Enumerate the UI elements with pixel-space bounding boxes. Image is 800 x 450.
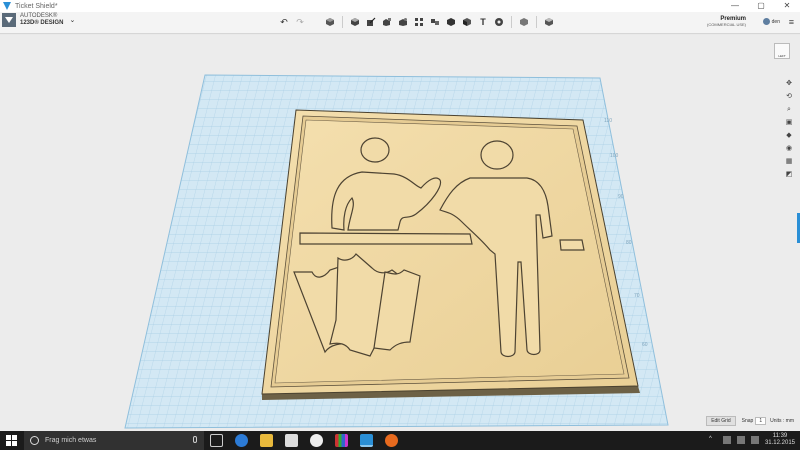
- microphone-icon[interactable]: [193, 436, 197, 443]
- keyboard-icon[interactable]: [750, 436, 759, 444]
- navigation-bar: ✥ ⟲ ⌕ ▣ ◆ ◉ ▦ ◩: [784, 79, 794, 183]
- measure-icon[interactable]: [461, 16, 473, 28]
- firefox-icon[interactable]: [385, 434, 398, 447]
- toolbar-separator: [342, 16, 343, 28]
- relief-counter: [299, 232, 473, 245]
- fit-icon[interactable]: ▣: [784, 118, 794, 128]
- app-menu-button[interactable]: AUTODESK® 123D® DESIGN ⌄: [2, 13, 75, 27]
- pattern-icon[interactable]: [413, 16, 425, 28]
- edge-browser-icon[interactable]: [235, 434, 248, 447]
- zoom-icon[interactable]: ⌕: [784, 105, 794, 115]
- sketch-icon[interactable]: [365, 16, 377, 28]
- file-explorer-icon[interactable]: [260, 434, 273, 447]
- plan-badge[interactable]: Premium (COMMERCIAL USE): [707, 16, 746, 28]
- system-tray: ^ 11:39 31.12.2015: [709, 433, 795, 447]
- edit-grid-button[interactable]: Edit Grid: [706, 416, 736, 426]
- clock-date: 31.12.2015: [764, 440, 795, 446]
- windows-start-icon[interactable]: [6, 435, 17, 446]
- view-cube-label: LEFT: [778, 54, 786, 58]
- search-placeholder: Frag mich etwas: [45, 437, 97, 444]
- taskbar-search[interactable]: Frag mich etwas: [24, 431, 204, 450]
- status-bar: Edit Grid Snap 1 Units : mm: [706, 416, 794, 426]
- svg-text:90: 90: [618, 194, 624, 200]
- group-icon[interactable]: [429, 16, 441, 28]
- snap-icon[interactable]: [493, 16, 505, 28]
- autodesk-logo-icon: [2, 13, 16, 27]
- history-tools: ↶ ↷: [278, 16, 310, 28]
- clock-time: 11:39: [772, 433, 788, 439]
- main-tools: T: [324, 16, 559, 28]
- media-app-icon[interactable]: [310, 434, 323, 447]
- transform-icon[interactable]: [324, 16, 336, 28]
- svg-text:100: 100: [610, 153, 619, 159]
- toolbar-separator: [536, 16, 537, 28]
- units-selector[interactable]: Units : mm: [770, 418, 794, 424]
- minimize-button[interactable]: —: [722, 0, 748, 12]
- toolbar-separator: [511, 16, 512, 28]
- snap-input[interactable]: 1: [755, 417, 767, 425]
- visibility-icon[interactable]: ◉: [784, 144, 794, 154]
- grid-icon[interactable]: ▦: [784, 157, 794, 167]
- undo-icon[interactable]: ↶: [278, 16, 290, 28]
- layers-icon[interactable]: [543, 16, 555, 28]
- window-controls: — ▢ ✕: [722, 0, 800, 12]
- brand-text: AUTODESK® 123D® DESIGN: [20, 13, 63, 27]
- text-icon[interactable]: T: [477, 16, 489, 28]
- snap-label: Snap: [741, 418, 754, 424]
- cortana-icon: [30, 436, 39, 445]
- taskbar-apps: [210, 434, 410, 447]
- svg-text:110: 110: [604, 118, 612, 124]
- hamburger-menu-icon[interactable]: ≡: [789, 17, 794, 27]
- viewport-canvas[interactable]: 110 100 90 80 70 60 LEFT ✥ ⟲ ⌕ ▣ ◆ ◉ ▦ ◩…: [0, 35, 800, 431]
- view-cube[interactable]: LEFT: [774, 43, 790, 59]
- volume-icon[interactable]: [736, 436, 745, 444]
- task-view-icon[interactable]: [210, 434, 223, 447]
- clock[interactable]: 11:39 31.12.2015: [765, 433, 795, 447]
- svg-text:60: 60: [642, 342, 648, 348]
- title-bar: Ticket Shield* — ▢ ✕: [0, 0, 800, 12]
- taskbar: Frag mich etwas ^ 11:39 31.12.2015: [0, 431, 800, 450]
- user-name: den: [771, 18, 780, 25]
- combine-icon[interactable]: [445, 16, 457, 28]
- brand-line-1: AUTODESK®: [20, 13, 58, 19]
- pan-icon[interactable]: ✥: [784, 79, 794, 89]
- relief-head-right: [480, 140, 514, 170]
- window-title: Ticket Shield*: [15, 2, 58, 10]
- network-icon[interactable]: [722, 436, 731, 444]
- avatar: [762, 18, 770, 25]
- primitives-icon[interactable]: [349, 16, 361, 28]
- close-button[interactable]: ✕: [774, 0, 800, 12]
- brand-line-2: 123D® DESIGN: [20, 20, 64, 26]
- scene[interactable]: 110 100 90 80 70 60: [0, 35, 800, 431]
- chevron-down-icon: ⌄: [69, 17, 76, 24]
- view-icon[interactable]: ◆: [784, 131, 794, 141]
- orbit-icon[interactable]: ⟲: [784, 92, 794, 102]
- maximize-button[interactable]: ▢: [748, 0, 774, 12]
- user-menu[interactable]: den: [762, 18, 780, 25]
- app-toolbar: AUTODESK® 123D® DESIGN ⌄ ↶ ↷ T Premium (…: [0, 12, 800, 34]
- app-stripes-icon[interactable]: [335, 434, 348, 447]
- construct-icon[interactable]: [381, 16, 393, 28]
- material-icon[interactable]: [518, 16, 530, 28]
- material-view-icon[interactable]: ◩: [784, 170, 794, 180]
- 123d-design-taskbar-icon[interactable]: [360, 434, 373, 447]
- relief-head-left: [360, 137, 390, 163]
- app-icon: [3, 2, 11, 10]
- store-icon[interactable]: [285, 434, 298, 447]
- modify-icon[interactable]: [397, 16, 409, 28]
- redo-icon[interactable]: ↷: [294, 16, 306, 28]
- plan-note: (COMMERCIAL USE): [707, 22, 746, 27]
- relief-ticket-slip: [559, 239, 585, 251]
- svg-text:70: 70: [634, 293, 640, 299]
- svg-text:80: 80: [626, 240, 632, 246]
- notifications-chevron-icon[interactable]: ^: [709, 436, 717, 444]
